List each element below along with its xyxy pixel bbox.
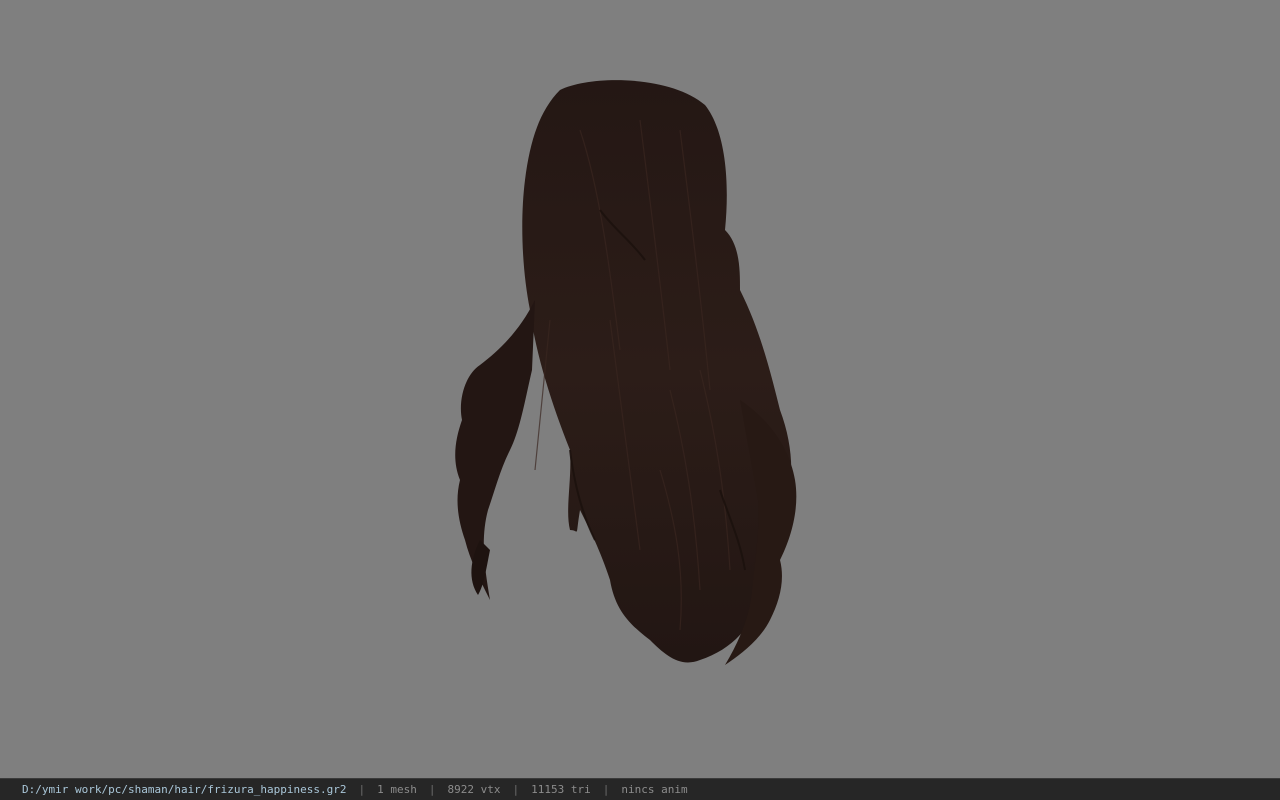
status-separator: | [358, 783, 366, 796]
hair-model-render [455, 80, 797, 665]
status-bar: D:/ymir work/pc/shaman/hair/frizura_happ… [0, 778, 1280, 800]
hair-left-strands [455, 300, 535, 600]
3d-viewport[interactable] [0, 0, 1280, 778]
file-path: D:/ymir work/pc/shaman/hair/frizura_happ… [22, 783, 347, 796]
animation-info: nincs anim [621, 783, 688, 796]
triangle-count: 11153 tri [531, 783, 591, 796]
status-separator: | [428, 783, 436, 796]
status-separator: | [602, 783, 610, 796]
hair-main-mass [522, 80, 792, 663]
mesh-count: 1 mesh [377, 783, 417, 796]
status-separator: | [512, 783, 520, 796]
vertex-count: 8922 vtx [447, 783, 501, 796]
